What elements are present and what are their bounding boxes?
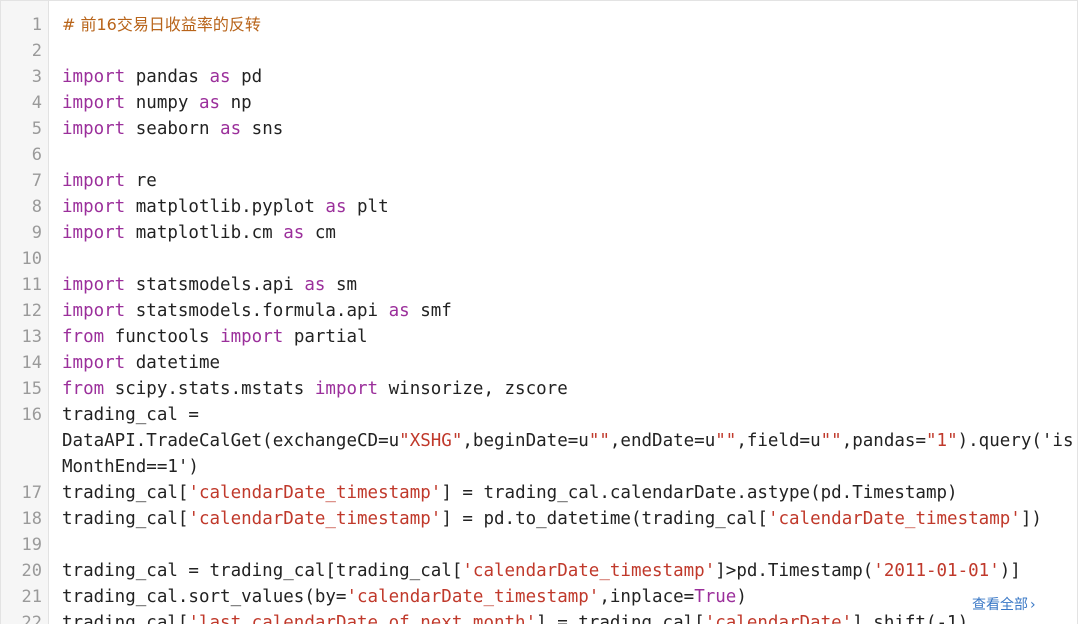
line-number: 6 <box>31 145 42 165</box>
code-line: 4 import numpy as np <box>1 90 1077 116</box>
code-line: 20 trading_cal = trading_cal[trading_cal[… <box>1 558 1077 584</box>
code-text: import datetime <box>62 353 221 373</box>
line-number: 7 <box>31 171 42 191</box>
code-text: import re <box>62 171 157 191</box>
line-number: 10 <box>21 249 42 269</box>
code-line: 19 <box>1 532 1077 558</box>
code-line: 13 from functools import partial <box>1 324 1077 350</box>
line-number: 4 <box>31 93 42 113</box>
line-number: 13 <box>21 327 42 347</box>
code-text: trading_cal['calendarDate_timestamp'] = … <box>62 509 1042 529</box>
line-number: 9 <box>31 223 42 243</box>
code-line: 8 import matplotlib.pyplot as plt <box>1 194 1077 220</box>
code-line: 7 import re <box>1 168 1077 194</box>
code-line: 18 trading_cal['calendarDate_timestamp'] … <box>1 506 1077 532</box>
code-line: DataAPI.TradeCalGet(exchangeCD=u"XSHG",b… <box>1 428 1077 454</box>
view-all-button[interactable]: 查看全部 › <box>966 593 1044 617</box>
line-number: 21 <box>21 587 42 607</box>
code-line: 21 trading_cal.sort_values(by='calendarDa… <box>1 584 1077 610</box>
code-line: 15 from scipy.stats.mstats import winsori… <box>1 376 1077 402</box>
code-text: trading_cal.sort_values(by='calendarDate… <box>62 587 747 607</box>
line-number: 2 <box>31 41 42 61</box>
code-line: 2 <box>1 38 1077 64</box>
code-line: 5 import seaborn as sns <box>1 116 1077 142</box>
code-text: import statsmodels.formula.api as smf <box>62 301 452 321</box>
line-number: 15 <box>21 379 42 399</box>
code-line: 6 <box>1 142 1077 168</box>
code-line: MonthEnd==1') <box>1 454 1077 480</box>
code-text: trading_cal['calendarDate_timestamp'] = … <box>62 483 958 503</box>
line-number: 1 <box>31 15 42 35</box>
view-all-label: 查看全部 <box>972 597 1028 613</box>
line-number: 14 <box>21 353 42 373</box>
code-comment: # 前16交易日收益率的反转 <box>62 15 261 34</box>
code-text: from scipy.stats.mstats import winsorize… <box>62 379 568 399</box>
line-number: 18 <box>21 509 42 529</box>
code-line: 14 import datetime <box>1 350 1077 376</box>
line-number: 5 <box>31 119 42 139</box>
code-line: 22 trading_cal['last_calendarDate_of_next… <box>1 610 1077 624</box>
code-text: trading_cal = trading_cal[trading_cal['c… <box>62 561 1021 581</box>
code-block: 1 # 前16交易日收益率的反转 2 3 import pandas as pd 4 imp… <box>0 0 1078 624</box>
code-line: 1 # 前16交易日收益率的反转 <box>1 12 1077 38</box>
code-text: import matplotlib.cm as cm <box>62 223 336 243</box>
code-line: 12 import statsmodels.formula.api as smf <box>1 298 1077 324</box>
code-text: trading_cal = <box>62 405 199 425</box>
code-line: 16 trading_cal = <box>1 402 1077 428</box>
line-number: 19 <box>21 535 42 555</box>
line-number: 8 <box>31 197 42 217</box>
code-text: from functools import partial <box>62 327 368 347</box>
line-number: 22 <box>21 613 42 624</box>
code-text: MonthEnd==1') <box>62 457 199 477</box>
code-text: import matplotlib.pyplot as plt <box>62 197 389 217</box>
line-number: 11 <box>21 275 42 295</box>
code-line: 3 import pandas as pd <box>1 64 1077 90</box>
code-text: import pandas as pd <box>62 67 263 87</box>
chevron-right-icon: › <box>1030 597 1036 613</box>
code-text: import seaborn as sns <box>62 119 284 139</box>
code-text: DataAPI.TradeCalGet(exchangeCD=u"XSHG",b… <box>62 431 1074 451</box>
code-text: import numpy as np <box>62 93 252 113</box>
line-number: 12 <box>21 301 42 321</box>
line-number: 17 <box>21 483 42 503</box>
line-number: 16 <box>21 405 42 425</box>
code-line: 9 import matplotlib.cm as cm <box>1 220 1077 246</box>
code-text: trading_cal['last_calendarDate_of_next_m… <box>62 613 969 624</box>
line-number: 3 <box>31 67 42 87</box>
code-line: 17 trading_cal['calendarDate_timestamp'] … <box>1 480 1077 506</box>
code-line: 11 import statsmodels.api as sm <box>1 272 1077 298</box>
code-text: import statsmodels.api as sm <box>62 275 358 295</box>
line-number: 20 <box>21 561 42 581</box>
code-line: 10 <box>1 246 1077 272</box>
